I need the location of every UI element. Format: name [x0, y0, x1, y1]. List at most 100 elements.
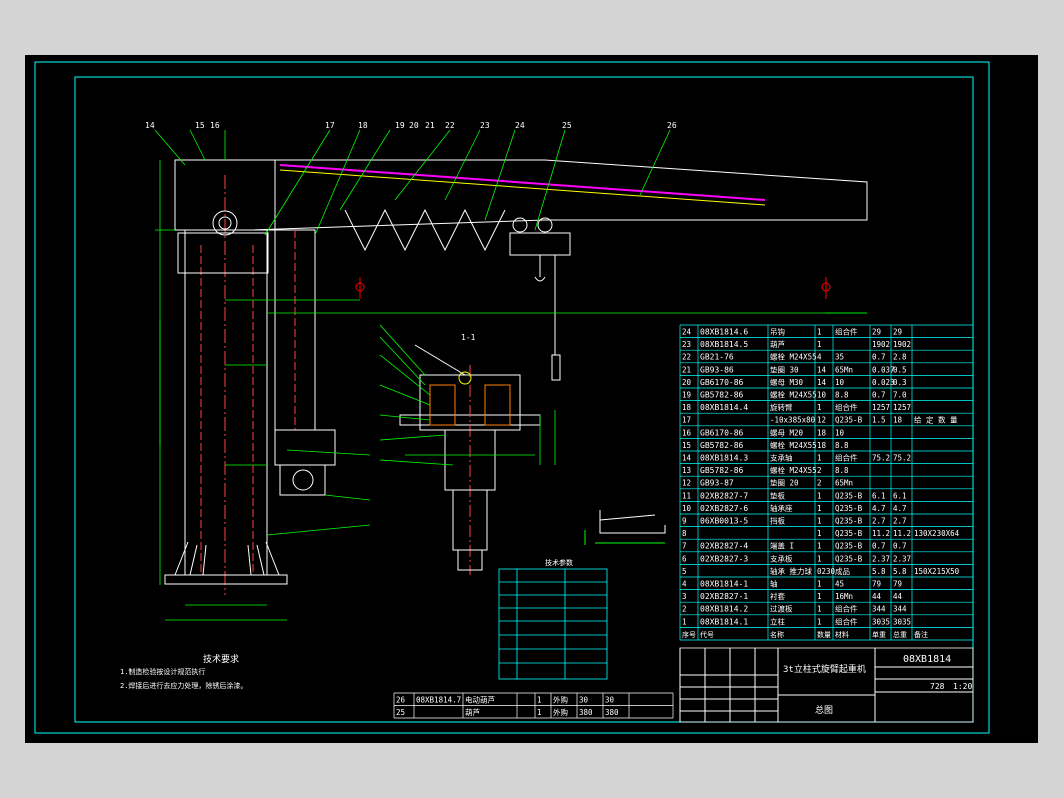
- bom-cell-code: GB21-76: [700, 353, 734, 362]
- bom-cell-name: 支承板: [770, 553, 793, 563]
- bom-cell-qty: 1: [817, 517, 822, 526]
- bom-cell-material: Q235-B: [835, 554, 863, 563]
- bom-cell-material: 10: [835, 378, 845, 387]
- bom-cell-no: 13: [682, 466, 691, 475]
- bom-cell-qty: 1: [817, 529, 822, 538]
- bom-cell-unit: 0.7: [872, 353, 886, 362]
- bom-cell-no: 6: [682, 554, 687, 563]
- tech-req-line-2: 2.焊接后进行去应力处理，除锈后涂漆。: [120, 681, 247, 690]
- bom-cell-name: 吊钩: [770, 327, 785, 337]
- drawing-number: 08XB1814: [903, 654, 951, 665]
- bom-cell-unit: 5.8: [872, 567, 886, 576]
- bom-cell-material: 组合件: [835, 604, 858, 614]
- bom-cell-qty: 1: [817, 340, 822, 349]
- extra-cell-no: 25: [396, 708, 405, 717]
- bom-cell-code: GB5782-86: [700, 466, 744, 475]
- bom-cell-code: GB5782-86: [700, 441, 744, 450]
- bom-cell-material: Q235-B: [835, 504, 863, 513]
- extra-cell-total: 380: [605, 708, 619, 717]
- bom-cell-note: 给 定 数 量: [914, 415, 958, 425]
- bom-cell-material: 10: [835, 428, 845, 437]
- bom-cell-no: 1: [682, 617, 687, 626]
- bom-cell-total: 0.5: [893, 365, 907, 374]
- bom-cell-no: 5: [682, 567, 687, 576]
- bom-cell-total: 44: [893, 592, 903, 601]
- callout-17: 17: [325, 121, 335, 130]
- extra-cell-unit: 380: [579, 708, 593, 717]
- bom-cell-qty: 1: [817, 403, 822, 412]
- bom-cell-qty: 10: [817, 391, 827, 400]
- bom-table: 24 08XB1814.6 吊钩 1 组合件 29 2923 08XB1814.5 葫芦 1 190…: [679, 324, 974, 641]
- bom-cell-material: 65Mn: [835, 479, 853, 488]
- bom-cell-qty: 1: [817, 542, 822, 551]
- bom-header-note: 备注: [914, 630, 928, 639]
- bom-cell-qty: 1: [817, 617, 822, 626]
- bom-cell-material: Q235-B: [835, 529, 863, 538]
- bom-cell-qty: 1: [817, 328, 822, 337]
- bom-cell-no: 14: [682, 454, 692, 463]
- bom-cell-no: 2: [682, 605, 687, 614]
- bom-cell-unit: 6.1: [872, 491, 886, 500]
- bom-cell-unit: 344: [872, 605, 886, 614]
- bom-cell-unit: 2.7: [872, 517, 886, 526]
- callout-23: 23: [480, 121, 490, 130]
- bom-cell-no: 18: [682, 403, 692, 412]
- bom-cell-material: 45: [835, 580, 844, 589]
- bom-cell-unit: 0.7: [872, 391, 886, 400]
- bom-cell-total: 344: [893, 605, 907, 614]
- bom-cell-no: 7: [682, 542, 687, 551]
- bom-cell-no: 22: [682, 353, 691, 362]
- bom-cell-no: 19: [682, 391, 691, 400]
- bom-cell-name: 垫圈 30: [770, 364, 799, 374]
- extra-cell-no: 26: [396, 696, 406, 705]
- bom-cell-name: 旋转臂: [770, 402, 793, 412]
- extra-cell-material: 外购: [553, 695, 568, 705]
- bom-cell-no: 3: [682, 592, 687, 601]
- bom-cell-unit: 0.023: [872, 378, 895, 387]
- plate-detail: [584, 510, 666, 545]
- bom-cell-total: 2.8: [893, 353, 907, 362]
- bom-cell-total: 5.8: [893, 567, 907, 576]
- crane-elevation: [164, 159, 868, 595]
- bom-cell-total: 1902: [893, 340, 911, 349]
- params-title: 技术参数: [545, 558, 573, 567]
- bom-cell-total: 7.0: [893, 391, 907, 400]
- bom-cell-total: 29: [893, 328, 902, 337]
- extra-parts-table: 26 08XB1814.7 电动葫芦 1 外购 30 30 25 葫芦 1 外购 380 380: [393, 692, 674, 719]
- bom-cell-total: 2.7: [893, 517, 907, 526]
- bom-cell-code: GB5782-86: [700, 391, 744, 400]
- bom-cell-unit: 79: [872, 580, 881, 589]
- bom-cell-material: Q235-B: [835, 542, 863, 551]
- bom-cell-unit: 3035: [872, 617, 890, 626]
- bom-cell-material: 16Mn: [835, 592, 853, 601]
- section-dims: [379, 324, 556, 466]
- bom-header-material: 材料: [835, 630, 849, 639]
- bom-cell-no: 23: [682, 340, 691, 349]
- bom-cell-qty: 1: [817, 592, 822, 601]
- bom-cell-code: 08XB1814.2: [700, 605, 748, 614]
- bom-cell-name: 轴承 推力球: [770, 566, 813, 576]
- bom-cell-name: 螺栓 M24X55: [770, 390, 817, 400]
- bom-cell-code: 02XB2827-3: [700, 554, 748, 563]
- bom-cell-qty: 2: [817, 479, 822, 488]
- bom-cell-no: 24: [682, 328, 692, 337]
- bom-cell-name: 螺栓 M24X55: [770, 352, 817, 362]
- bom-cell-qty: 14: [817, 365, 827, 374]
- bom-cell-code: 02XB2827-4: [700, 542, 748, 551]
- section-label: 1-1: [461, 333, 476, 342]
- bom-cell-material: 组合件: [835, 327, 858, 337]
- bom-cell-code: 06XB0013-5: [700, 517, 748, 526]
- callouts: 14 15 16 17 18 19 20 21 22 23 24 25 26: [145, 121, 677, 130]
- bom-cell-code: 02XB2827-1: [700, 592, 748, 601]
- bom-cell-name: 螺栓 M24X55: [770, 440, 817, 450]
- sheet-label: 总图: [815, 704, 833, 716]
- callout-14: 14: [145, 121, 155, 130]
- bom-cell-name: 葫芦: [770, 339, 785, 349]
- tech-req-heading: 技术要求: [203, 653, 239, 665]
- bom-cell-code: 08XB1814-1: [700, 580, 748, 589]
- bom-cell-no: 12: [682, 479, 691, 488]
- bom-cell-unit: 0.037: [872, 365, 895, 374]
- bom-cell-qty: 1: [817, 580, 822, 589]
- callout-18: 18: [358, 121, 368, 130]
- section-detail: 1-1: [399, 333, 541, 575]
